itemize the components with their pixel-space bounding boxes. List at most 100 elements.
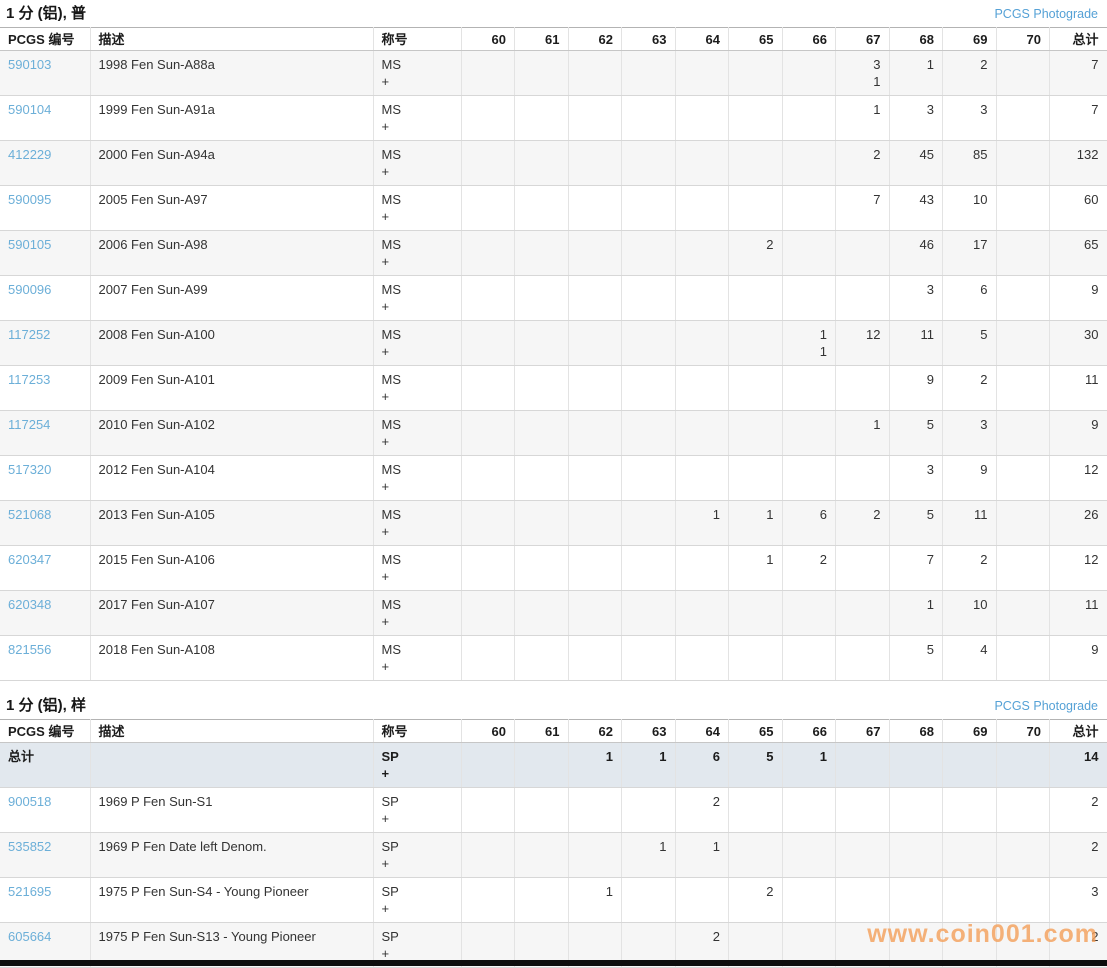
grade-count	[737, 416, 774, 433]
grade-cell-70	[996, 96, 1050, 141]
grade-count	[470, 416, 507, 433]
population-table-section: 1 分 (铝), 普PCGS PhotogradePCGS 编号描述称号6061…	[0, 0, 1107, 681]
grade-cell-70	[996, 501, 1050, 546]
grade-cell-70	[996, 411, 1050, 456]
designation-line: MS	[382, 551, 453, 568]
grade-count	[470, 146, 507, 163]
table-row: 5173202012 Fen Sun-A104MS+3912	[0, 456, 1107, 501]
grade-count	[523, 101, 560, 118]
description-text: 1999 Fen Sun-A91a	[99, 101, 365, 118]
grade-count	[470, 748, 507, 765]
grade-count	[791, 793, 828, 810]
grade-cell-61	[515, 546, 569, 591]
grade-count	[684, 596, 721, 613]
grade-count	[470, 461, 507, 478]
pcgs-number-cell: 517320	[0, 456, 90, 501]
pcgs-population-report-page: { "page": { "photograde_label": "PCGS Ph…	[0, 0, 1107, 966]
grade-cell-64	[675, 366, 729, 411]
pcgs-number-link[interactable]: 605664	[8, 929, 51, 944]
grade-cell-62: 1	[568, 878, 622, 923]
grade-count	[684, 883, 721, 900]
total-cell: 2	[1050, 833, 1107, 878]
pcgs-number-link[interactable]: 821556	[8, 642, 51, 657]
pcgs-number-link[interactable]: 590103	[8, 57, 51, 72]
grade-cell-67: 1	[836, 411, 890, 456]
grade-count	[470, 56, 507, 73]
grade-count	[1005, 641, 1042, 658]
pcgs-number-link[interactable]: 521695	[8, 884, 51, 899]
grade-count: 5	[898, 416, 935, 433]
pcgs-number-link[interactable]: 590105	[8, 237, 51, 252]
description-text: 2005 Fen Sun-A97	[99, 191, 365, 208]
grade-count: 1	[898, 56, 935, 73]
pcgs-number-link[interactable]: 117253	[8, 372, 50, 387]
grade-count: 1	[630, 838, 667, 855]
grade-cell-65: 1	[729, 501, 783, 546]
pcgs-number-link[interactable]: 620348	[8, 597, 51, 612]
grade-count	[898, 928, 935, 945]
pcgs-number-link[interactable]: 590095	[8, 192, 51, 207]
designation-line: +	[382, 613, 453, 630]
grade-cell-60	[461, 456, 515, 501]
photograde-link[interactable]: PCGS Photograde	[994, 699, 1098, 714]
grade-count	[523, 551, 560, 568]
photograde-link[interactable]: PCGS Photograde	[994, 7, 1098, 22]
column-header: 68	[889, 28, 943, 51]
pcgs-number-link[interactable]: 620347	[8, 552, 51, 567]
grade-count: 12	[844, 326, 881, 343]
grade-count	[898, 748, 935, 765]
pcgs-number-link[interactable]: 590096	[8, 282, 51, 297]
total-cell: 3	[1050, 878, 1107, 923]
pcgs-number-link[interactable]: 117254	[8, 417, 50, 432]
pcgs-number-link[interactable]: 590104	[8, 102, 51, 117]
grade-cell-60	[461, 788, 515, 833]
grade-count	[470, 371, 507, 388]
table-row: 5901052006 Fen Sun-A98MS+2461765	[0, 231, 1107, 276]
grade-cell-61	[515, 231, 569, 276]
grade-cell-67	[836, 833, 890, 878]
grade-count: 7	[844, 191, 881, 208]
grade-cell-68: 3	[889, 456, 943, 501]
grade-count	[523, 596, 560, 613]
grade-cell-62	[568, 366, 622, 411]
grade-count	[470, 928, 507, 945]
description-text: 1969 P Fen Sun-S1	[99, 793, 365, 810]
pcgs-number-link[interactable]: 117252	[8, 327, 50, 342]
table-row: 6203482017 Fen Sun-A107MS+11011	[0, 591, 1107, 636]
grade-count	[630, 551, 667, 568]
pcgs-number-link[interactable]: 900518	[8, 794, 51, 809]
designation-line: +	[382, 658, 453, 675]
grade-count: 5	[898, 641, 935, 658]
grade-count: 11	[898, 326, 935, 343]
pcgs-number-cell: 821556	[0, 636, 90, 681]
grade-cell-63: 1	[622, 743, 676, 788]
pcgs-number-link[interactable]: 535852	[8, 839, 51, 854]
pcgs-number-cell: 590095	[0, 186, 90, 231]
grade-cell-61	[515, 276, 569, 321]
grade-count	[1005, 551, 1042, 568]
total-cell: 11	[1050, 591, 1107, 636]
grade-count	[844, 793, 881, 810]
grade-cell-61	[515, 501, 569, 546]
pcgs-number-link[interactable]: 521068	[8, 507, 51, 522]
designation-line: SP	[382, 748, 453, 765]
pcgs-number-link[interactable]: 517320	[8, 462, 51, 477]
table-row: 1172522008 Fen Sun-A100MS+111211530	[0, 321, 1107, 366]
grade-cell-66	[782, 788, 836, 833]
total-cell: 11	[1050, 366, 1107, 411]
grade-cell-68	[889, 743, 943, 788]
grade-cell-65	[729, 96, 783, 141]
pcgs-number-cell: 590103	[0, 51, 90, 96]
pcgs-number-cell: 535852	[0, 833, 90, 878]
grade-cell-62	[568, 788, 622, 833]
grade-count	[523, 146, 560, 163]
grade-cell-63	[622, 546, 676, 591]
pcgs-number-link[interactable]: 412229	[8, 147, 51, 162]
description-cell: 2018 Fen Sun-A108	[90, 636, 373, 681]
description-text: 2006 Fen Sun-A98	[99, 236, 365, 253]
section-title: 1 分 (铝), 普	[6, 5, 86, 22]
grade-cell-70	[996, 878, 1050, 923]
grade-count	[577, 793, 614, 810]
grade-cell-69	[943, 788, 997, 833]
table-row: 1172532009 Fen Sun-A101MS+9211	[0, 366, 1107, 411]
